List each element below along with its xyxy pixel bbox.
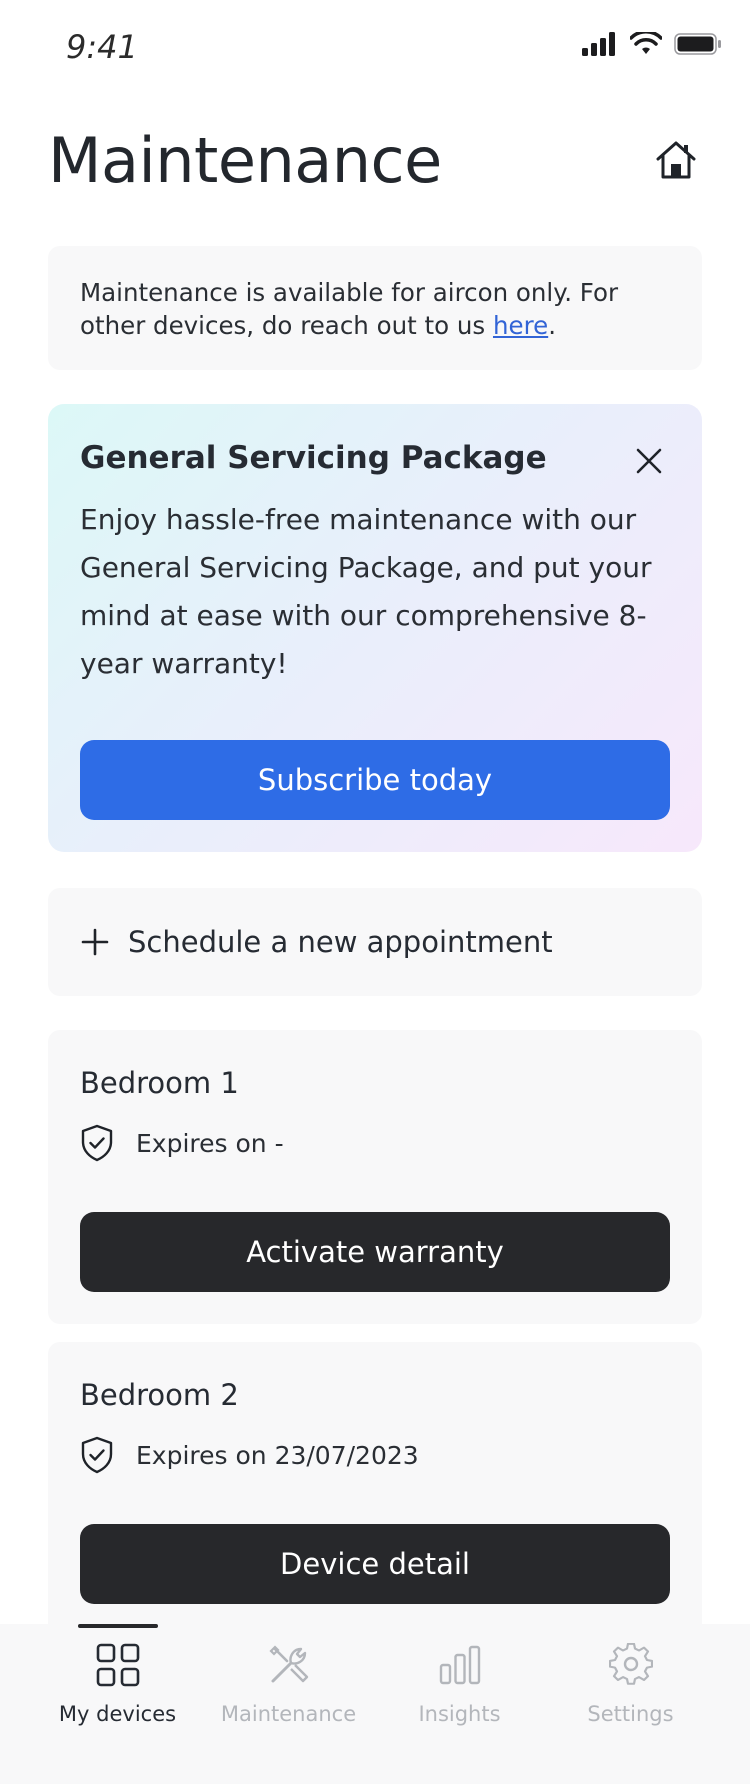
nav-item-insights[interactable]: Insights [374,1624,545,1784]
nav-label: Insights [418,1702,501,1726]
promo-close-button[interactable] [632,444,666,478]
close-icon [636,448,662,474]
expiry-row: Expires on - [80,1124,284,1162]
schedule-label: Schedule a new appointment [128,925,553,959]
page-title: Maintenance [48,124,442,197]
schedule-appointment-button[interactable]: Schedule a new appointment [48,888,702,996]
status-icons [582,32,722,56]
subscribe-button[interactable]: Subscribe today [80,740,670,820]
nav-label: Maintenance [220,1702,357,1726]
battery-icon [674,33,721,55]
nav-label: Settings [587,1702,674,1726]
expiry-row: Expires on 23/07/2023 [80,1436,419,1474]
nav-item-my-devices[interactable]: My devices [32,1624,203,1784]
device-card-bedroom-1: Bedroom 1 Expires on - Activate warranty [48,1030,702,1324]
device-name: Bedroom 1 [80,1066,239,1100]
expiry-text: Expires on - [136,1128,284,1158]
promo-card: General Servicing Package Enjoy hassle-f… [48,404,702,852]
grid-icon [93,1640,143,1690]
plus-icon [81,928,109,956]
home-icon [656,141,696,179]
device-name: Bedroom 2 [80,1378,239,1412]
promo-body: Enjoy hassle-free maintenance with our G… [80,503,652,680]
wifi-icon [630,32,662,54]
shield-check-icon [81,1436,113,1474]
info-note-period: . [548,311,556,340]
nav-item-maintenance[interactable]: Maintenance [203,1624,374,1784]
info-note: Maintenance is available for aircon only… [48,246,702,370]
promo-title: General Servicing Package [80,440,547,476]
bar-chart-icon [435,1640,485,1690]
activate-warranty-button[interactable]: Activate warranty [80,1212,670,1292]
nav-label: My devices [58,1702,177,1726]
home-button[interactable] [650,134,702,186]
shield-check-icon [81,1124,113,1162]
nav-item-settings[interactable]: Settings [545,1624,716,1784]
contact-link[interactable]: here [493,311,548,340]
signal-icon [582,32,615,56]
gear-icon [606,1640,656,1690]
status-time: 9:41 [66,28,138,66]
status-bar: 9:41 [0,0,750,100]
bottom-nav: My devices Maintenance Insights Settings [0,1624,750,1784]
tools-icon [264,1640,314,1690]
expiry-text: Expires on 23/07/2023 [136,1440,419,1470]
nav-active-indicator [78,1624,158,1628]
device-detail-button[interactable]: Device detail [80,1524,670,1604]
device-card-bedroom-2: Bedroom 2 Expires on 23/07/2023 Device d… [48,1342,702,1642]
